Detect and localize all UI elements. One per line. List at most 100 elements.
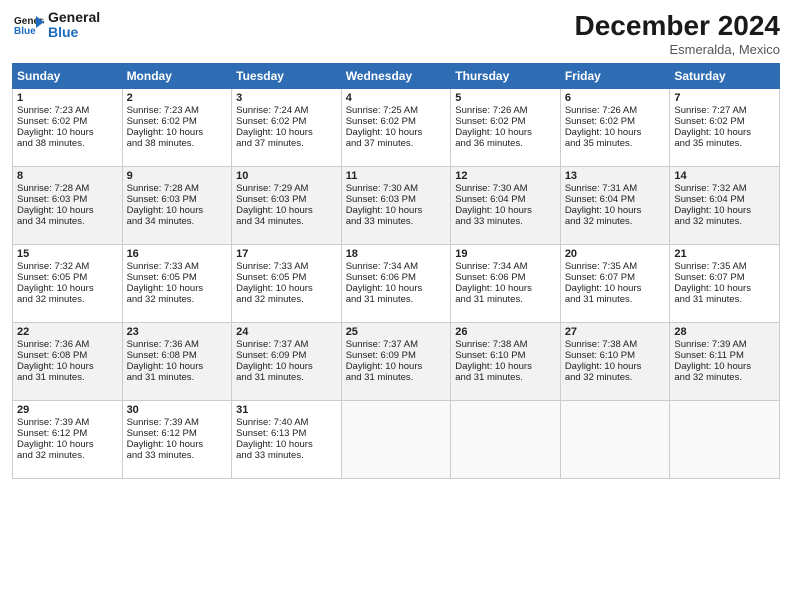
cell-text: Daylight: 10 hours	[127, 283, 228, 294]
cell-text: Sunset: 6:09 PM	[346, 350, 447, 361]
col-saturday: Saturday	[670, 64, 780, 89]
table-row: 3Sunrise: 7:24 AMSunset: 6:02 PMDaylight…	[232, 89, 342, 167]
table-row: 11Sunrise: 7:30 AMSunset: 6:03 PMDayligh…	[341, 167, 451, 245]
cell-text: Sunrise: 7:39 AM	[674, 339, 775, 350]
cell-text: Sunset: 6:08 PM	[127, 350, 228, 361]
cell-text: Sunrise: 7:32 AM	[17, 261, 118, 272]
col-sunday: Sunday	[13, 64, 123, 89]
day-number: 27	[565, 326, 666, 338]
cell-text: Sunrise: 7:26 AM	[565, 105, 666, 116]
day-number: 12	[455, 170, 556, 182]
cell-text: Daylight: 10 hours	[565, 205, 666, 216]
cell-text: Daylight: 10 hours	[674, 361, 775, 372]
day-number: 25	[346, 326, 447, 338]
cell-text: Sunrise: 7:25 AM	[346, 105, 447, 116]
cell-text: Daylight: 10 hours	[17, 205, 118, 216]
cell-text: Sunset: 6:03 PM	[127, 194, 228, 205]
cell-text: Sunset: 6:03 PM	[17, 194, 118, 205]
title-section: December 2024 Esmeralda, Mexico	[575, 10, 780, 57]
cell-text: Sunset: 6:12 PM	[17, 428, 118, 439]
cell-text: Sunset: 6:05 PM	[17, 272, 118, 283]
table-row: 18Sunrise: 7:34 AMSunset: 6:06 PMDayligh…	[341, 245, 451, 323]
location: Esmeralda, Mexico	[575, 42, 780, 57]
cell-text: Sunset: 6:05 PM	[127, 272, 228, 283]
cell-text: Sunrise: 7:39 AM	[127, 417, 228, 428]
cell-text: Daylight: 10 hours	[236, 283, 337, 294]
col-tuesday: Tuesday	[232, 64, 342, 89]
cell-text: and 31 minutes.	[674, 294, 775, 305]
cell-text: Sunset: 6:02 PM	[565, 116, 666, 127]
cell-text: Sunrise: 7:28 AM	[127, 183, 228, 194]
cell-text: Daylight: 10 hours	[674, 127, 775, 138]
cell-text: Sunrise: 7:35 AM	[674, 261, 775, 272]
cell-text: Sunset: 6:10 PM	[565, 350, 666, 361]
table-row: 24Sunrise: 7:37 AMSunset: 6:09 PMDayligh…	[232, 323, 342, 401]
col-thursday: Thursday	[451, 64, 561, 89]
cell-text: Sunrise: 7:26 AM	[455, 105, 556, 116]
cell-text: Sunset: 6:02 PM	[674, 116, 775, 127]
day-number: 1	[17, 92, 118, 104]
cell-text: Daylight: 10 hours	[565, 361, 666, 372]
cell-text: Daylight: 10 hours	[127, 127, 228, 138]
cell-text: Sunrise: 7:34 AM	[455, 261, 556, 272]
table-row: 23Sunrise: 7:36 AMSunset: 6:08 PMDayligh…	[122, 323, 232, 401]
cell-text: Daylight: 10 hours	[346, 361, 447, 372]
table-row: 12Sunrise: 7:30 AMSunset: 6:04 PMDayligh…	[451, 167, 561, 245]
cell-text: Daylight: 10 hours	[455, 205, 556, 216]
table-row: 17Sunrise: 7:33 AMSunset: 6:05 PMDayligh…	[232, 245, 342, 323]
day-number: 3	[236, 92, 337, 104]
cell-text: Sunrise: 7:28 AM	[17, 183, 118, 194]
cell-text: Daylight: 10 hours	[236, 127, 337, 138]
cell-text: Sunrise: 7:37 AM	[346, 339, 447, 350]
header-row: General Blue General Blue December 2024 …	[12, 10, 780, 57]
cell-text: and 32 minutes.	[17, 450, 118, 461]
cell-text: Daylight: 10 hours	[236, 439, 337, 450]
cell-text: Daylight: 10 hours	[346, 205, 447, 216]
day-number: 14	[674, 170, 775, 182]
cell-text: Sunrise: 7:39 AM	[17, 417, 118, 428]
table-row: 2Sunrise: 7:23 AMSunset: 6:02 PMDaylight…	[122, 89, 232, 167]
table-row: 10Sunrise: 7:29 AMSunset: 6:03 PMDayligh…	[232, 167, 342, 245]
cell-text: and 35 minutes.	[565, 138, 666, 149]
day-number: 4	[346, 92, 447, 104]
cell-text: and 34 minutes.	[236, 216, 337, 227]
cell-text: Sunrise: 7:24 AM	[236, 105, 337, 116]
cell-text: Sunrise: 7:38 AM	[565, 339, 666, 350]
day-number: 13	[565, 170, 666, 182]
day-number: 29	[17, 404, 118, 416]
cell-text: and 31 minutes.	[17, 372, 118, 383]
table-row	[341, 401, 451, 479]
day-number: 19	[455, 248, 556, 260]
table-row: 1Sunrise: 7:23 AMSunset: 6:02 PMDaylight…	[13, 89, 123, 167]
cell-text: Daylight: 10 hours	[565, 127, 666, 138]
cell-text: Sunset: 6:05 PM	[236, 272, 337, 283]
cell-text: Sunrise: 7:35 AM	[565, 261, 666, 272]
cell-text: Daylight: 10 hours	[17, 361, 118, 372]
cell-text: Sunset: 6:09 PM	[236, 350, 337, 361]
cell-text: Daylight: 10 hours	[17, 127, 118, 138]
logo-blue: Blue	[48, 25, 100, 40]
cell-text: and 33 minutes.	[346, 216, 447, 227]
day-number: 31	[236, 404, 337, 416]
cell-text: and 31 minutes.	[127, 372, 228, 383]
cell-text: Sunset: 6:12 PM	[127, 428, 228, 439]
table-row: 9Sunrise: 7:28 AMSunset: 6:03 PMDaylight…	[122, 167, 232, 245]
cell-text: Sunrise: 7:36 AM	[127, 339, 228, 350]
table-row: 25Sunrise: 7:37 AMSunset: 6:09 PMDayligh…	[341, 323, 451, 401]
cell-text: and 32 minutes.	[236, 294, 337, 305]
table-row: 28Sunrise: 7:39 AMSunset: 6:11 PMDayligh…	[670, 323, 780, 401]
cell-text: Sunrise: 7:33 AM	[236, 261, 337, 272]
cell-text: Sunrise: 7:38 AM	[455, 339, 556, 350]
day-number: 17	[236, 248, 337, 260]
cell-text: Daylight: 10 hours	[127, 361, 228, 372]
day-number: 23	[127, 326, 228, 338]
cell-text: Daylight: 10 hours	[127, 205, 228, 216]
cell-text: Sunrise: 7:30 AM	[455, 183, 556, 194]
cell-text: and 32 minutes.	[17, 294, 118, 305]
cell-text: Sunrise: 7:30 AM	[346, 183, 447, 194]
table-row: 6Sunrise: 7:26 AMSunset: 6:02 PMDaylight…	[560, 89, 670, 167]
cell-text: and 36 minutes.	[455, 138, 556, 149]
table-row: 27Sunrise: 7:38 AMSunset: 6:10 PMDayligh…	[560, 323, 670, 401]
day-number: 9	[127, 170, 228, 182]
cell-text: Sunrise: 7:29 AM	[236, 183, 337, 194]
